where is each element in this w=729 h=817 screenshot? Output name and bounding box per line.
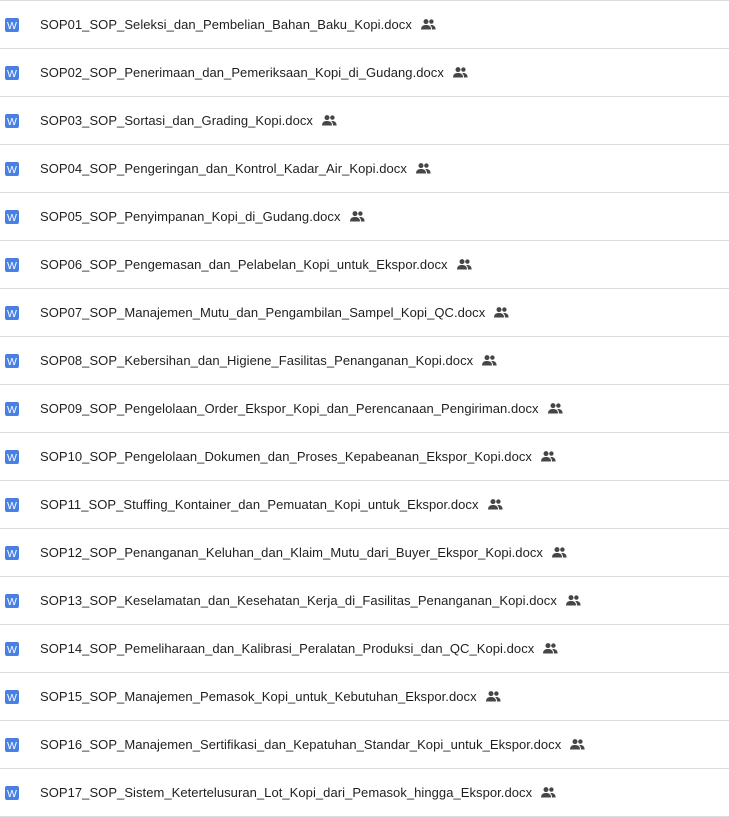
file-name: SOP10_SOP_Pengelolaan_Dokumen_dan_Proses…	[40, 449, 532, 464]
file-row-17[interactable]: W SOP17_SOP_Sistem_Ketertelusuran_Lot_Ko…	[0, 769, 729, 817]
svg-text:W: W	[7, 404, 17, 416]
file-row-03[interactable]: W SOP03_SOP_Sortasi_dan_Grading_Kopi.doc…	[0, 97, 729, 145]
svg-text:W: W	[7, 68, 17, 80]
people-shared-icon	[487, 499, 503, 510]
people-shared-icon	[452, 67, 468, 78]
svg-text:W: W	[7, 548, 17, 560]
file-name: SOP14_SOP_Pemeliharaan_dan_Kalibrasi_Per…	[40, 641, 535, 656]
file-row-12[interactable]: W SOP12_SOP_Penanganan_Keluhan_dan_Klaim…	[0, 529, 729, 577]
word-doc-icon: W	[5, 305, 19, 320]
people-shared-icon	[349, 211, 365, 222]
word-doc-icon: W	[5, 785, 19, 800]
people-shared-icon	[541, 787, 556, 798]
file-name: SOP11_SOP_Stuffing_Kontainer_dan_Pemuata…	[40, 497, 479, 512]
people-shared-icon	[494, 307, 509, 318]
svg-text:W: W	[7, 500, 17, 512]
people-shared-icon	[547, 403, 563, 414]
file-name: SOP15_SOP_Manajemen_Pemasok_Kopi_untuk_K…	[40, 689, 477, 704]
svg-text:W: W	[7, 788, 17, 800]
file-row-06[interactable]: W SOP06_SOP_Pengemasan_dan_Pelabelan_Kop…	[0, 241, 729, 289]
word-doc-icon: W	[5, 113, 19, 128]
word-doc-icon: W	[5, 161, 19, 176]
word-doc-icon: W	[5, 17, 19, 32]
svg-text:W: W	[7, 164, 17, 176]
word-doc-icon: W	[5, 401, 19, 416]
file-name: SOP16_SOP_Manajemen_Sertifikasi_dan_Kepa…	[40, 737, 562, 752]
people-shared-icon	[565, 595, 581, 606]
file-name: SOP01_SOP_Seleksi_dan_Pembelian_Bahan_Ba…	[40, 17, 412, 32]
file-row-04[interactable]: W SOP04_SOP_Pengeringan_dan_Kontrol_Kada…	[0, 145, 729, 193]
file-row-15[interactable]: W SOP15_SOP_Manajemen_Pemasok_Kopi_untuk…	[0, 673, 729, 721]
file-name: SOP06_SOP_Pengemasan_dan_Pelabelan_Kopi_…	[40, 257, 448, 272]
svg-text:W: W	[7, 644, 17, 656]
file-row-13[interactable]: W SOP13_SOP_Keselamatan_dan_Kesehatan_Ke…	[0, 577, 729, 625]
people-shared-icon	[420, 19, 436, 30]
file-row-07[interactable]: W SOP07_SOP_Manajemen_Mutu_dan_Pengambil…	[0, 289, 729, 337]
people-shared-icon	[485, 691, 501, 702]
file-row-09[interactable]: W SOP09_SOP_Pengelolaan_Order_Ekspor_Kop…	[0, 385, 729, 433]
file-name: SOP09_SOP_Pengelolaan_Order_Ekspor_Kopi_…	[40, 401, 539, 416]
file-name: SOP13_SOP_Keselamatan_dan_Kesehatan_Kerj…	[40, 593, 557, 608]
word-doc-icon: W	[5, 593, 19, 608]
people-shared-icon	[482, 355, 497, 366]
people-shared-icon	[456, 259, 472, 270]
file-name: SOP03_SOP_Sortasi_dan_Grading_Kopi.docx	[40, 113, 313, 128]
svg-text:W: W	[7, 740, 17, 752]
file-name: SOP08_SOP_Kebersihan_dan_Higiene_Fasilit…	[40, 353, 474, 368]
file-row-05[interactable]: W SOP05_SOP_Penyimpanan_Kopi_di_Gudang.d…	[0, 193, 729, 241]
people-shared-icon	[540, 451, 556, 462]
file-name: SOP02_SOP_Penerimaan_dan_Pemeriksaan_Kop…	[40, 65, 444, 80]
file-row-16[interactable]: W SOP16_SOP_Manajemen_Sertifikasi_dan_Ke…	[0, 721, 729, 769]
svg-text:W: W	[7, 452, 17, 464]
svg-text:W: W	[7, 260, 17, 272]
file-name: SOP12_SOP_Penanganan_Keluhan_dan_Klaim_M…	[40, 545, 543, 560]
file-row-10[interactable]: W SOP10_SOP_Pengelolaan_Dokumen_dan_Pros…	[0, 433, 729, 481]
file-row-11[interactable]: W SOP11_SOP_Stuffing_Kontainer_dan_Pemua…	[0, 481, 729, 529]
people-shared-icon	[551, 547, 567, 558]
svg-text:W: W	[7, 20, 17, 32]
people-shared-icon	[321, 115, 337, 126]
file-row-14[interactable]: W SOP14_SOP_Pemeliharaan_dan_Kalibrasi_P…	[0, 625, 729, 673]
file-row-02[interactable]: W SOP02_SOP_Penerimaan_dan_Pemeriksaan_K…	[0, 49, 729, 97]
word-doc-icon: W	[5, 737, 19, 752]
file-name: SOP07_SOP_Manajemen_Mutu_dan_Pengambilan…	[40, 305, 486, 320]
word-doc-icon: W	[5, 353, 19, 368]
file-name: SOP05_SOP_Penyimpanan_Kopi_di_Gudang.doc…	[40, 209, 341, 224]
svg-text:W: W	[7, 308, 17, 320]
word-doc-icon: W	[5, 689, 19, 704]
people-shared-icon	[415, 163, 431, 174]
file-list: W SOP01_SOP_Seleksi_dan_Pembelian_Bahan_…	[0, 0, 729, 817]
file-name: SOP17_SOP_Sistem_Ketertelusuran_Lot_Kopi…	[40, 785, 533, 800]
svg-text:W: W	[7, 596, 17, 608]
file-row-08[interactable]: W SOP08_SOP_Kebersihan_dan_Higiene_Fasil…	[0, 337, 729, 385]
word-doc-icon: W	[5, 449, 19, 464]
svg-text:W: W	[7, 356, 17, 368]
people-shared-icon	[543, 643, 558, 654]
word-doc-icon: W	[5, 497, 19, 512]
people-shared-icon	[570, 739, 585, 750]
word-doc-icon: W	[5, 641, 19, 656]
file-name: SOP04_SOP_Pengeringan_dan_Kontrol_Kadar_…	[40, 161, 407, 176]
word-doc-icon: W	[5, 65, 19, 80]
svg-text:W: W	[7, 692, 17, 704]
word-doc-icon: W	[5, 545, 19, 560]
word-doc-icon: W	[5, 257, 19, 272]
word-doc-icon: W	[5, 209, 19, 224]
file-row-01[interactable]: W SOP01_SOP_Seleksi_dan_Pembelian_Bahan_…	[0, 1, 729, 49]
svg-text:W: W	[7, 212, 17, 224]
svg-text:W: W	[7, 116, 17, 128]
